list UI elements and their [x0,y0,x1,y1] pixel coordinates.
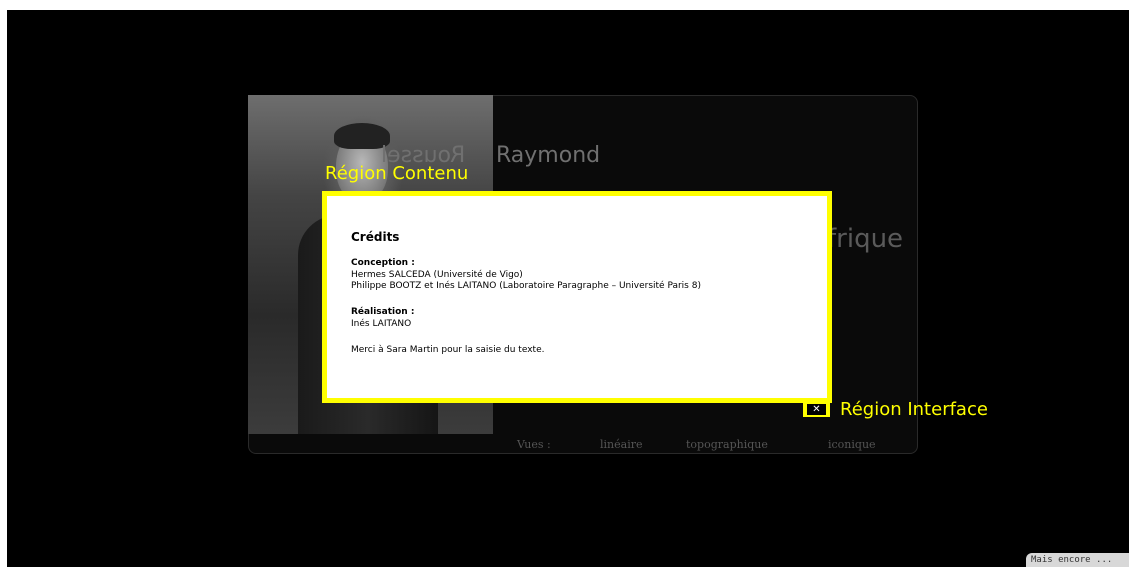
conception-line: Hermes SALCEDA (Université de Vigo) [351,270,523,280]
view-topographique-link[interactable]: topographique [686,438,768,451]
realisation-label: Réalisation : [351,307,415,317]
title-main: Raymond [496,143,601,168]
view-iconique-link[interactable]: iconique [828,438,876,451]
close-button[interactable]: ✕ [803,402,830,417]
credits-dialog: Crédits Conception : Hermes SALCEDA (Uni… [322,191,832,403]
close-icon: ✕ [807,404,826,415]
conception-label: Conception : [351,258,415,268]
thanks-line: Merci à Sara Martin pour la saisie du te… [351,345,545,355]
realisation-line: Inés LAITANO [351,319,412,329]
view-lineaire-link[interactable]: linéaire [600,438,642,451]
conception-line: Philippe BOOTZ et Inés LAITANO (Laborato… [351,281,701,291]
background-word: frique [827,224,904,254]
views-bar: Vues : linéaire topographique iconique [494,436,914,452]
views-label: Vues : [517,437,551,451]
interface-region-label: Région Interface [840,399,988,420]
content-region-label: Région Contenu [325,163,469,184]
more-link[interactable]: Mais encore ... [1026,553,1129,567]
credits-heading: Crédits [351,230,400,244]
